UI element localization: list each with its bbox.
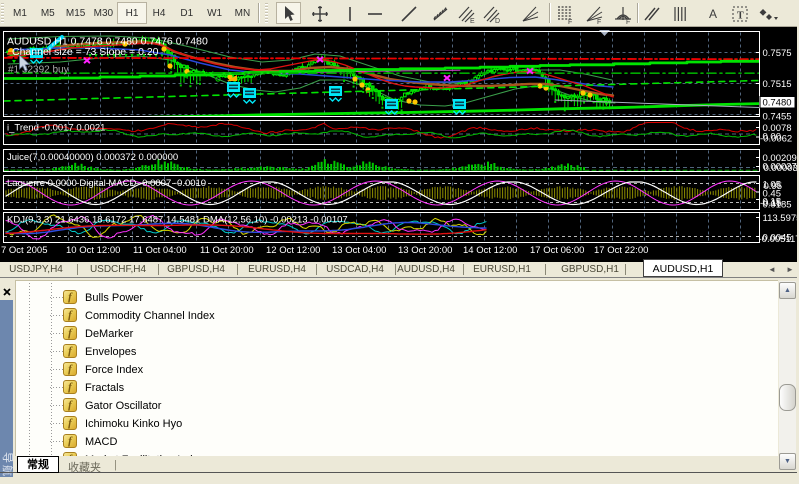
- svg-text:F: F: [626, 19, 630, 25]
- svg-text:11 Oct 04:00: 11 Oct 04:00: [133, 245, 187, 256]
- svg-text:11 Oct 20:00: 11 Oct 20:00: [200, 245, 254, 256]
- svg-text:0.7480: 0.7480: [762, 98, 791, 109]
- svg-text:#1 32392 buy: #1 32392 buy: [8, 65, 69, 76]
- svg-text:10 Oct 12:00: 10 Oct 12:00: [66, 245, 120, 256]
- svg-text:Laguerre 0.0000 Digital MACD: Laguerre 0.0000 Digital MACD -0.0007 -0.…: [7, 178, 206, 189]
- svg-text:F: F: [568, 19, 572, 25]
- svg-text:113.5975: 113.5975: [763, 213, 799, 224]
- svg-text:13 Oct 20:00: 13 Oct 20:00: [398, 245, 452, 256]
- svg-text:17 Oct 22:00: 17 Oct 22:00: [594, 245, 648, 256]
- svg-text:D: D: [495, 18, 500, 25]
- svg-text:13 Oct 04:00: 13 Oct 04:00: [332, 245, 386, 256]
- svg-text:17 Oct 06:00: 17 Oct 06:00: [530, 245, 584, 256]
- svg-text:0.000033: 0.000033: [764, 163, 799, 174]
- svg-text:0.7575: 0.7575: [763, 48, 792, 59]
- svg-text:Juice(7,0.00040000) 0.000372 0: Juice(7,0.00040000) 0.000372 0.000000: [7, 152, 178, 163]
- svg-text:T: T: [737, 11, 744, 22]
- svg-text:KDJ(9,3,3) 21.6436 18.6172 17.: KDJ(9,3,3) 21.6436 18.6172 17.6487 14.54…: [7, 215, 348, 226]
- svg-text:0.0185: 0.0185: [763, 200, 792, 211]
- svg-text:E: E: [470, 18, 475, 25]
- svg-text:14 Oct 12:00: 14 Oct 12:00: [463, 245, 517, 256]
- svg-text:i_Trend -0.0017 0.0021: i_Trend -0.0017 0.0021: [7, 123, 105, 134]
- svg-text:7 Oct 2005: 7 Oct 2005: [1, 245, 47, 256]
- svg-text:0.7515: 0.7515: [763, 79, 792, 90]
- svg-text:Channel size = 73 Slope = 0.20: Channel size = 73 Slope = 0.20: [12, 46, 159, 58]
- svg-text:12 Oct 12:00: 12 Oct 12:00: [266, 245, 320, 256]
- svg-text:0.7455: 0.7455: [763, 111, 792, 122]
- svg-text:F: F: [597, 19, 601, 25]
- svg-text:-0.005117: -0.005117: [759, 234, 799, 245]
- svg-text:-0.0062: -0.0062: [760, 134, 792, 145]
